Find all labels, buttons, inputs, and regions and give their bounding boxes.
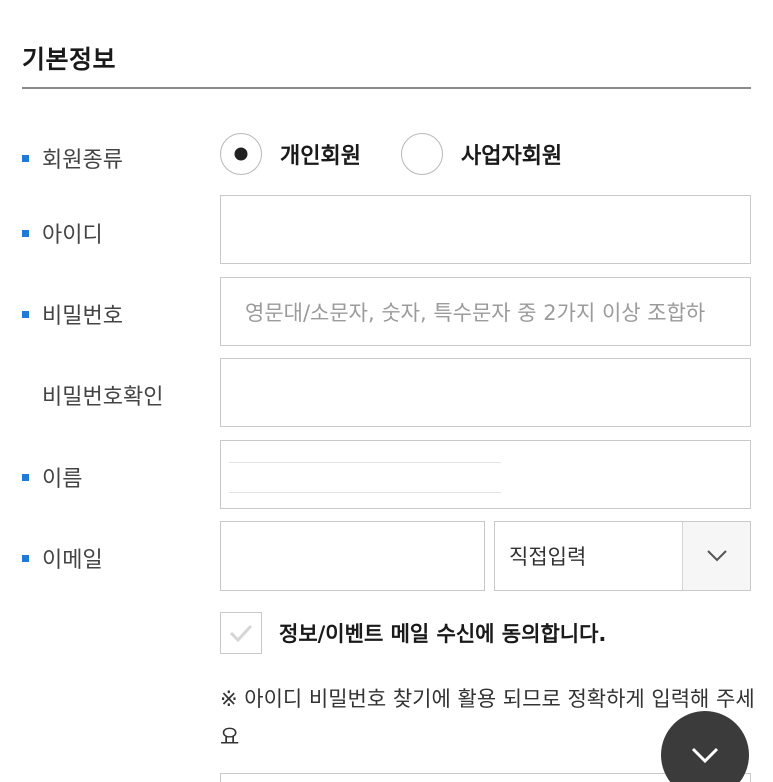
radio-business-member-label[interactable]: 사업자회원	[461, 138, 562, 170]
password-input[interactable]: 영문대/소문자, 숫자, 특수문자 중 2가지 이상 조합하	[220, 277, 751, 346]
mail-agreement[interactable]: 정보/이벤트 메일 수신에 동의합니다.	[220, 612, 606, 654]
required-bullet	[22, 229, 29, 237]
password-confirm-label: 비밀번호확인	[42, 385, 164, 410]
password-placeholder: 영문대/소문자, 숫자, 특수문자 중 2가지 이상 조합하	[245, 300, 706, 325]
email-domain-selected: 직접입력	[509, 545, 587, 569]
check-icon	[229, 624, 253, 643]
mail-agreement-label[interactable]: 정보/이벤트 메일 수신에 동의합니다.	[279, 618, 606, 648]
required-bullet	[22, 473, 29, 481]
section-title: 기본정보	[22, 45, 117, 74]
chevron-down-icon	[691, 747, 719, 764]
email-label: 이메일	[42, 548, 103, 573]
user-id-input[interactable]	[220, 195, 751, 264]
email-domain-toggle[interactable]	[682, 522, 750, 590]
email-local-input[interactable]	[220, 521, 485, 591]
email-domain-select[interactable]: 직접입력	[494, 521, 751, 591]
user-id-label: 아이디	[42, 223, 103, 248]
required-bullet	[22, 154, 29, 162]
member-type-radio-group: 개인회원 사업자회원	[220, 133, 562, 175]
radio-business-member[interactable]	[400, 133, 443, 175]
required-bullet	[22, 310, 29, 318]
password-confirm-label-row: 비밀번호확인	[22, 379, 163, 411]
name-label: 이름	[42, 467, 83, 492]
password-confirm-input[interactable]	[220, 358, 751, 427]
chevron-down-icon	[706, 550, 727, 562]
name-input[interactable]	[220, 440, 751, 509]
section-divider	[22, 87, 751, 89]
user-id-label-row: 아이디	[22, 217, 103, 249]
member-type-label: 회원종류	[42, 148, 123, 173]
email-label-row: 이메일	[22, 542, 103, 574]
mail-agreement-checkbox[interactable]	[220, 612, 262, 654]
radio-personal-member-label[interactable]: 개인회원	[280, 138, 361, 170]
input-artifact-line	[229, 462, 501, 463]
password-label: 비밀번호	[42, 304, 123, 329]
required-bullet	[22, 554, 29, 562]
input-artifact-line	[229, 492, 501, 493]
name-label-row: 이름	[22, 461, 82, 493]
radio-personal-member[interactable]	[220, 133, 262, 175]
password-label-row: 비밀번호	[22, 298, 123, 330]
member-type-label-row: 회원종류	[22, 142, 123, 174]
